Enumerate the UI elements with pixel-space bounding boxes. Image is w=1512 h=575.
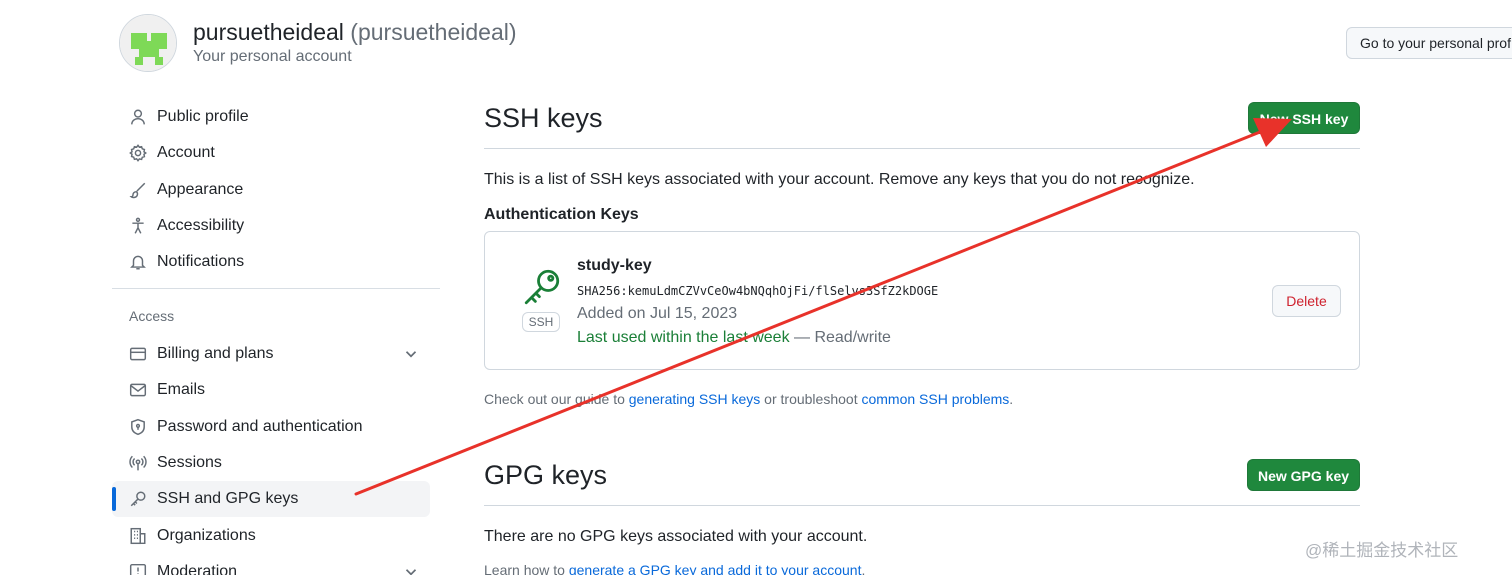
key-icon bbox=[128, 489, 148, 509]
shield-lock-icon bbox=[128, 417, 148, 437]
authentication-keys-heading: Authentication Keys bbox=[484, 206, 639, 223]
go-to-profile-button[interactable]: Go to your personal prof bbox=[1346, 27, 1512, 59]
sidebar-item-ssh-gpg-keys[interactable]: SSH and GPG keys bbox=[112, 481, 430, 517]
new-gpg-key-button[interactable]: New GPG key bbox=[1247, 459, 1360, 491]
sidebar-item-label: Moderation bbox=[157, 563, 238, 575]
sidebar-item-password[interactable]: Password and authentication bbox=[112, 409, 430, 445]
report-icon bbox=[128, 562, 148, 575]
sidebar-item-label: SSH and GPG keys bbox=[157, 490, 299, 507]
ssh-key-access: — Read/write bbox=[789, 329, 891, 346]
ssh-description: This is a list of SSH keys associated wi… bbox=[484, 171, 1195, 188]
account-login: (pursuetheideal) bbox=[350, 19, 517, 45]
account-username[interactable]: pursuetheideal bbox=[193, 19, 344, 45]
sidebar-item-label: Public profile bbox=[157, 108, 249, 125]
account-subtitle: Your personal account bbox=[193, 48, 352, 65]
sidebar-item-accessibility[interactable]: Accessibility bbox=[112, 208, 430, 244]
sidebar-item-label: Account bbox=[157, 144, 215, 161]
ssh-keys-title: SSH keys bbox=[484, 103, 603, 133]
learn-suffix: . bbox=[861, 562, 866, 575]
ssh-key-added-date: Added on Jul 15, 2023 bbox=[577, 305, 738, 322]
sidebar-divider bbox=[112, 288, 440, 289]
sidebar-item-label: Accessibility bbox=[157, 217, 245, 234]
bell-icon bbox=[128, 252, 148, 272]
sidebar-item-account[interactable]: Account bbox=[112, 135, 430, 171]
ssh-key-usage: Last used within the last week — Read/wr… bbox=[577, 329, 891, 347]
paintbrush-icon bbox=[128, 180, 148, 200]
sidebar-item-public-profile[interactable]: Public profile bbox=[112, 99, 430, 135]
sidebar-item-label: Billing and plans bbox=[157, 345, 274, 362]
ssh-type-label: SSH bbox=[522, 312, 560, 332]
generate-gpg-key-link[interactable]: generate a GPG key and add it to your ac… bbox=[569, 562, 862, 575]
watermark: @稀土掘金技术社区 bbox=[1305, 541, 1459, 560]
guide-prefix: Check out our guide to bbox=[484, 391, 629, 407]
common-ssh-problems-link[interactable]: common SSH problems bbox=[861, 391, 1009, 407]
key-icon bbox=[524, 269, 560, 305]
account-name: pursuetheideal (pursuetheideal) bbox=[193, 18, 517, 46]
sidebar-item-sessions[interactable]: Sessions bbox=[112, 445, 430, 481]
sidebar-item-label: Appearance bbox=[157, 181, 244, 198]
gpg-keys-title: GPG keys bbox=[484, 460, 608, 490]
ssh-guide-text: Check out our guide to generating SSH ke… bbox=[484, 391, 1013, 407]
sidebar-item-label: Notifications bbox=[157, 253, 245, 270]
sidebar-item-notifications[interactable]: Notifications bbox=[112, 244, 430, 280]
mail-icon bbox=[128, 380, 148, 400]
learn-prefix: Learn how to bbox=[484, 562, 569, 575]
sidebar-item-emails[interactable]: Emails bbox=[112, 372, 430, 408]
broadcast-icon bbox=[128, 453, 148, 473]
credit-card-icon bbox=[128, 344, 148, 364]
ssh-key-item: SSH study-key SHA256:kemuLdmCZVvCeOw4bNQ… bbox=[484, 231, 1360, 370]
ssh-key-last-used: Last used within the last week bbox=[577, 329, 790, 346]
gpg-learn-text: Learn how to generate a GPG key and add … bbox=[484, 562, 865, 575]
sidebar-item-label: Sessions bbox=[157, 454, 222, 471]
sidebar-item-moderation[interactable]: Moderation bbox=[112, 554, 430, 575]
ssh-key-name: study-key bbox=[577, 257, 652, 274]
generating-ssh-keys-link[interactable]: generating SSH keys bbox=[629, 391, 761, 407]
gear-icon bbox=[128, 143, 148, 163]
delete-ssh-key-button[interactable]: Delete bbox=[1272, 285, 1341, 317]
sidebar-heading-access: Access bbox=[129, 308, 175, 324]
guide-middle: or troubleshoot bbox=[760, 391, 862, 407]
ssh-key-fingerprint: SHA256:kemuLdmCZVvCeOw4bNQqhOjFi/flSelvs… bbox=[577, 284, 939, 298]
guide-suffix: . bbox=[1009, 391, 1014, 407]
avatar[interactable] bbox=[119, 14, 177, 72]
sidebar-item-label: Emails bbox=[157, 381, 206, 398]
chevron-down-icon[interactable] bbox=[402, 345, 420, 363]
organization-icon bbox=[128, 526, 148, 546]
accessibility-icon bbox=[128, 216, 148, 236]
new-ssh-key-button[interactable]: New SSH key bbox=[1248, 102, 1360, 134]
ssh-divider bbox=[484, 148, 1360, 149]
sidebar-item-label: Organizations bbox=[157, 527, 256, 544]
sidebar-item-appearance[interactable]: Appearance bbox=[112, 172, 430, 208]
chevron-down-icon[interactable] bbox=[402, 563, 420, 575]
sidebar-item-billing[interactable]: Billing and plans bbox=[112, 336, 430, 372]
gpg-empty-text: There are no GPG keys associated with yo… bbox=[484, 528, 868, 545]
sidebar-item-label: Password and authentication bbox=[157, 418, 363, 435]
gpg-divider bbox=[484, 505, 1360, 506]
person-icon bbox=[128, 107, 148, 127]
sidebar-item-organizations[interactable]: Organizations bbox=[112, 518, 430, 554]
